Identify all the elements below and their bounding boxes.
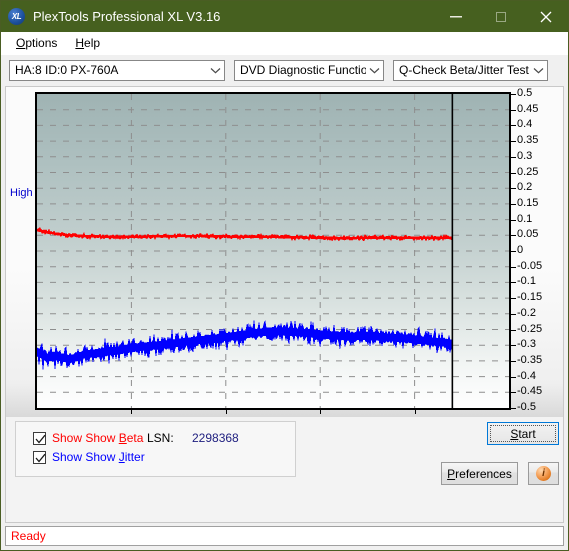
checkmark-icon (35, 434, 46, 444)
window-buttons (433, 1, 568, 32)
info-icon: i (536, 466, 551, 481)
y-tick-label: 0 (517, 244, 524, 256)
y-tick-mark (511, 329, 516, 331)
y-tick-mark (511, 376, 516, 378)
preferences-button[interactable]: Preferences (441, 462, 518, 485)
y-tick-label: 0.15 (517, 196, 539, 209)
lsn-label: LSN: (147, 431, 174, 445)
y-tick-label: -0.15 (517, 291, 543, 304)
x-tick-mark (414, 409, 416, 414)
y-tick-mark (511, 156, 516, 158)
menu-item-options-label: ptions (25, 36, 58, 50)
title-bar: XL PlexTools Professional XL V3.16 (1, 1, 568, 32)
plot-canvas (37, 94, 509, 408)
plot-box[interactable] (35, 92, 511, 410)
y-tick-label: -0.5 (517, 401, 536, 413)
maximize-icon (495, 11, 506, 22)
window-title: PlexTools Professional XL V3.16 (33, 9, 221, 24)
chart-area: High Low 0.50.450.40.350.30.250.20.150.1… (6, 87, 563, 497)
display-options-group: Show Show Beta Show Show Jitter LSN: 229… (15, 421, 296, 477)
y-tick-label: -0.05 (517, 259, 543, 272)
start-button[interactable]: Start (487, 422, 559, 445)
y-tick-mark (511, 94, 516, 95)
y-tick-label: -0.4 (517, 369, 536, 382)
y-tick-mark (511, 360, 516, 362)
y-tick-label: -0.45 (517, 385, 543, 398)
checkmark-icon (35, 453, 46, 463)
y-tick-label: 0.3 (517, 149, 533, 162)
menu-item-help[interactable]: Help (66, 34, 109, 52)
status-text: Ready (11, 529, 46, 543)
menu-item-help-label: elp (84, 36, 101, 50)
info-button[interactable]: i (528, 462, 559, 485)
y-tick-label: 0.2 (517, 181, 533, 194)
y-tick-label: -0.1 (517, 275, 536, 288)
y-tick-mark (511, 188, 516, 190)
xl-logo-icon: XL (8, 8, 25, 25)
menu-bar: Options Help (1, 32, 568, 55)
show-jitter-label: Show Show Jitter (52, 450, 145, 464)
y-tick-mark (511, 219, 516, 221)
show-beta-checkbox[interactable] (33, 431, 46, 445)
y-tick-mark (511, 109, 516, 111)
y-tick-label: 0.4 (517, 118, 533, 131)
show-jitter-checkbox[interactable] (33, 450, 46, 464)
y-tick-mark (511, 282, 516, 284)
x-tick-mark (225, 409, 227, 414)
function-select[interactable]: DVD Diagnostic Functions (234, 59, 384, 81)
plextools-window: XL PlexTools Professional XL V3.16 Optio… (0, 0, 569, 551)
main-panel: High Low 0.50.450.40.350.30.250.20.150.1… (5, 86, 564, 523)
x-tick-mark (131, 409, 133, 414)
y-tick-label: 0.05 (517, 228, 539, 241)
selector-toolbar: HA:8 ID:0 PX-760A DVD Diagnostic Functio… (1, 55, 568, 85)
y-tick-label: 0.5 (517, 87, 533, 99)
show-beta-row[interactable]: Show Show Beta (33, 431, 143, 445)
y-tick-label: -0.35 (517, 353, 543, 366)
status-bar: Ready (5, 526, 564, 546)
x-tick-mark (320, 409, 322, 414)
y-tick-mark (511, 298, 516, 300)
y-tick-label: -0.25 (517, 322, 543, 335)
y-tick-mark (511, 235, 516, 237)
menu-item-options[interactable]: Options (7, 34, 66, 52)
y-tick-mark (511, 345, 516, 347)
drive-select[interactable]: HA:8 ID:0 PX-760A (9, 59, 225, 81)
function-select-value: DVD Diagnostic Functions (240, 63, 366, 77)
test-select[interactable]: Q-Check Beta/Jitter Test (393, 59, 548, 81)
y-tick-label: 0.45 (517, 102, 539, 115)
minimize-button[interactable] (433, 1, 478, 32)
show-beta-label: Show Show Beta (52, 431, 144, 445)
axis-label-high: High (10, 187, 33, 199)
y-tick-mark (511, 125, 516, 127)
chevron-down-icon (530, 67, 547, 74)
y-tick-label: -0.2 (517, 306, 536, 319)
y-tick-mark (511, 266, 516, 268)
controls-region: Show Show Beta Show Show Jitter LSN: 229… (6, 417, 563, 522)
test-select-value: Q-Check Beta/Jitter Test (399, 63, 529, 77)
y-tick-label: 0.25 (517, 165, 539, 178)
y-tick-label: 0.1 (517, 212, 533, 225)
minimize-icon (449, 15, 462, 17)
maximize-button[interactable] (478, 1, 523, 32)
focus-ring (490, 425, 556, 442)
close-icon (540, 11, 551, 22)
y-tick-mark (511, 408, 516, 409)
chevron-down-icon (207, 67, 224, 74)
chevron-down-icon (366, 67, 383, 74)
y-tick-mark (511, 141, 516, 143)
close-button[interactable] (523, 1, 568, 32)
drive-select-value: HA:8 ID:0 PX-760A (15, 63, 119, 77)
y-tick-mark (511, 251, 516, 252)
y-tick-mark (511, 172, 516, 174)
y-tick-label: 0.35 (517, 134, 539, 147)
preferences-button-label: Preferences (447, 466, 512, 481)
y-tick-mark (511, 392, 516, 394)
y-tick-mark (511, 313, 516, 315)
lsn-value: 2298368 (192, 431, 239, 445)
show-jitter-row[interactable]: Show Show Jitter (33, 450, 145, 464)
y-tick-mark (511, 203, 516, 205)
y-tick-label: -0.3 (517, 338, 536, 351)
